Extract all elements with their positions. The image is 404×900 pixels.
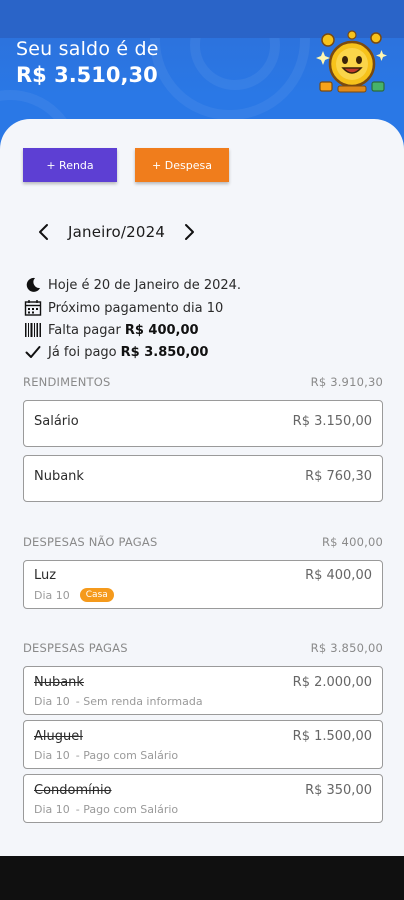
month-navigator: Janeiro/2024 — [30, 216, 203, 248]
expense-note: - Sem renda informada — [75, 695, 203, 708]
expense-name: Nubank — [34, 675, 84, 690]
expense-amount: R$ 350,00 — [305, 783, 372, 798]
next-payment-text: Próximo pagamento dia 10 — [48, 300, 224, 316]
balance-label: Seu saldo é de — [16, 38, 159, 60]
expense-meta: Dia 10 - Pago com Salário — [34, 749, 178, 762]
paid-info: Já foi pago R$ 3.850,00 — [23, 342, 208, 362]
expense-amount: R$ 1.500,00 — [292, 729, 372, 744]
expense-name: Aluguel — [34, 729, 83, 744]
expense-meta: Dia 10 - Sem renda informada — [34, 695, 203, 708]
income-item[interactable]: Nubank R$ 760,30 — [23, 455, 383, 502]
expense-amount: R$ 2.000,00 — [292, 675, 372, 690]
balance-value: R$ 3.510,30 — [16, 63, 158, 87]
income-item[interactable]: Salário R$ 3.150,00 — [23, 400, 383, 447]
expense-name: Condomínio — [34, 783, 112, 798]
expense-day: Dia 10 — [34, 803, 70, 816]
expense-day: Dia 10 — [34, 588, 70, 602]
paid-label: Já foi pago — [48, 344, 117, 360]
paid-section-title: DESPESAS PAGAS — [23, 641, 128, 655]
unpaid-section-title: DESPESAS NÃO PAGAS — [23, 535, 158, 549]
add-income-button[interactable]: + Renda — [23, 148, 117, 182]
chevron-right-icon[interactable] — [175, 216, 203, 248]
income-name: Nubank — [34, 469, 84, 484]
chevron-left-icon[interactable] — [30, 216, 58, 248]
paid-expense-item[interactable]: Nubank R$ 2.000,00 Dia 10 - Sem renda in… — [23, 666, 383, 715]
income-amount: R$ 3.150,00 — [292, 414, 372, 429]
expense-amount: R$ 400,00 — [305, 568, 372, 583]
today-info: Hoje é 20 de Janeiro de 2024. — [23, 275, 241, 295]
next-payment-info: Próximo pagamento dia 10 — [23, 298, 223, 318]
moon-icon — [23, 275, 43, 295]
check-icon — [23, 342, 43, 362]
income-name: Salário — [34, 414, 79, 429]
navigation-bar — [0, 856, 404, 900]
expense-day: Dia 10 — [34, 695, 70, 708]
paid-expense-item[interactable]: Aluguel R$ 1.500,00 Dia 10 - Pago com Sa… — [23, 720, 383, 769]
expense-note: - Pago com Salário — [75, 803, 179, 816]
income-section-title: RENDIMENTOS — [23, 375, 111, 389]
paid-value: R$ 3.850,00 — [120, 344, 209, 360]
expense-meta: Dia 10 Casa — [34, 588, 114, 602]
paid-expense-item[interactable]: Condomínio R$ 350,00 Dia 10 - Pago com S… — [23, 774, 383, 823]
unpaid-expense-item[interactable]: Luz R$ 400,00 Dia 10 Casa — [23, 560, 383, 609]
remaining-value: R$ 400,00 — [124, 322, 199, 338]
expense-note: - Pago com Salário — [75, 749, 179, 762]
smiling-coin-mascot-icon — [316, 30, 387, 93]
calendar-icon — [23, 298, 43, 318]
unpaid-section-total: R$ 400,00 — [321, 535, 383, 549]
category-badge: Casa — [79, 588, 114, 602]
paid-section-total: R$ 3.850,00 — [310, 641, 383, 655]
current-month-label: Janeiro/2024 — [68, 223, 166, 241]
unpaid-section-header: DESPESAS NÃO PAGAS R$ 400,00 — [23, 535, 383, 549]
income-section-header: RENDIMENTOS R$ 3.910,30 — [23, 375, 383, 389]
today-text: Hoje é 20 de Janeiro de 2024. — [48, 277, 242, 293]
remaining-label: Falta pagar — [48, 322, 121, 338]
income-section-total: R$ 3.910,30 — [310, 375, 383, 389]
remaining-info: Falta pagar R$ 400,00 — [23, 320, 199, 340]
expense-meta: Dia 10 - Pago com Salário — [34, 803, 178, 816]
expense-day: Dia 10 — [34, 749, 70, 762]
paid-section-header: DESPESAS PAGAS R$ 3.850,00 — [23, 641, 383, 655]
expense-name: Luz — [34, 568, 57, 583]
add-expense-button[interactable]: + Despesa — [135, 148, 229, 182]
income-amount: R$ 760,30 — [305, 469, 372, 484]
barcode-icon — [23, 320, 43, 340]
